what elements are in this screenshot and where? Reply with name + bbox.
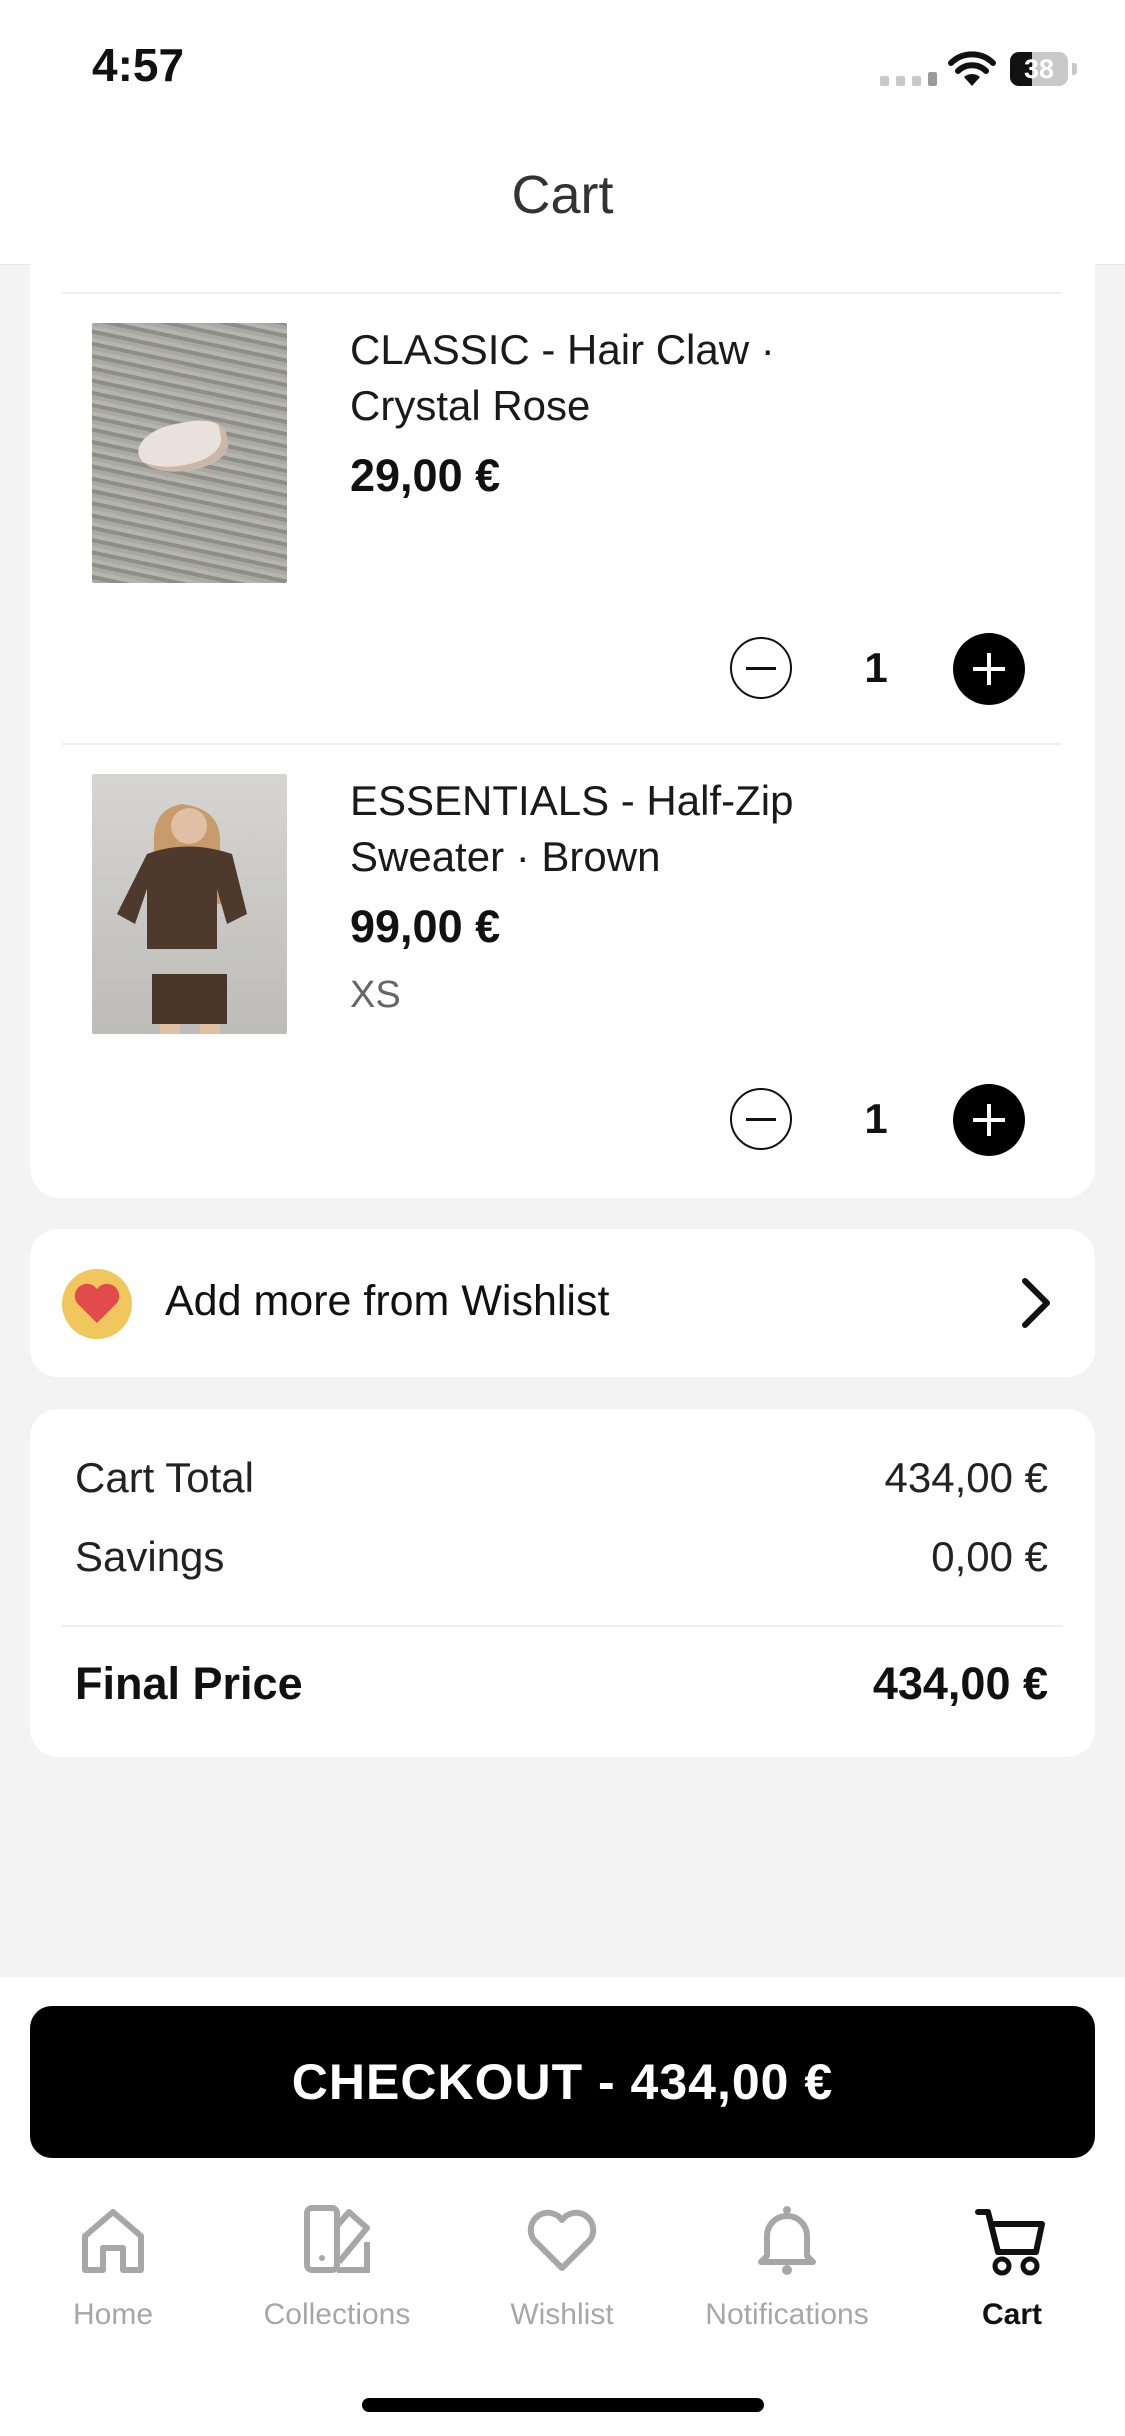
chevron-right-icon[interactable] (1005, 1273, 1065, 1333)
product-price: 99,00 € (350, 901, 501, 952)
product-price: 29,00 € (350, 450, 501, 501)
tab-collections[interactable]: Collections (232, 2200, 442, 2332)
status-time: 4:57 (92, 39, 185, 91)
increase-quantity-button[interactable] (953, 1084, 1025, 1156)
heart-icon (74, 1283, 120, 1323)
wifi-icon (948, 51, 996, 86)
cart-total-label: Cart Total (75, 1454, 254, 1501)
increase-quantity-button[interactable] (953, 633, 1025, 705)
divider (62, 292, 1062, 294)
collections-icon (304, 2205, 370, 2273)
tab-label: Home (72, 2298, 154, 2331)
product-name-line1[interactable]: CLASSIC - Hair Claw · (350, 322, 775, 378)
tab-label: Cart (981, 2298, 1042, 2331)
divider (62, 1625, 1062, 1627)
divider (62, 743, 1062, 745)
product-name-line1[interactable]: ESSENTIALS - Half-Zip (350, 773, 793, 829)
cellular-signal-icon (880, 72, 937, 86)
battery-icon: 38 (1010, 52, 1068, 86)
savings-value: 0,00 € (931, 1533, 1048, 1580)
cart-total-value: 434,00 € (884, 1454, 1049, 1501)
wishlist-badge (62, 1269, 132, 1339)
product-image-sweater[interactable] (92, 774, 287, 1034)
checkout-button[interactable]: CHECKOUT - 434,00 € (30, 2006, 1095, 2158)
sweater-model-graphic (117, 804, 247, 1034)
product-name-line2[interactable]: Crystal Rose (350, 378, 590, 434)
quantity-value: 1 (864, 644, 888, 691)
final-price-label: Final Price (75, 1658, 303, 1709)
wishlist-link-label[interactable]: Add more from Wishlist (165, 1277, 609, 1326)
tab-notifications[interactable]: Notifications (682, 2200, 892, 2332)
heart-icon (527, 2209, 597, 2271)
tab-label: Wishlist (510, 2298, 614, 2331)
final-price-value: 434,00 € (872, 1658, 1048, 1709)
decrease-quantity-button[interactable] (730, 1088, 792, 1150)
product-image-hair-claw[interactable] (92, 323, 287, 583)
decrease-quantity-button[interactable] (730, 637, 792, 699)
tab-cart[interactable]: Cart (907, 2200, 1117, 2332)
bell-icon (758, 2206, 816, 2275)
tab-label: Collections (263, 2298, 411, 2331)
battery-cap (1072, 63, 1077, 75)
hair-claw-graphic (134, 415, 232, 479)
battery-percent: 38 (1023, 54, 1055, 84)
savings-label: Savings (75, 1533, 225, 1580)
home-icon (82, 2209, 144, 2273)
page-title: Cart (511, 165, 614, 225)
product-size: XS (350, 974, 401, 1016)
tab-home[interactable]: Home (8, 2200, 218, 2332)
tab-wishlist[interactable]: Wishlist (457, 2200, 667, 2332)
product-name-line2[interactable]: Sweater · Brown (350, 829, 660, 885)
quantity-value: 1 (864, 1095, 888, 1142)
cart-icon (975, 2209, 1045, 2276)
tab-label: Notifications (705, 2298, 869, 2331)
home-indicator (362, 2398, 764, 2412)
